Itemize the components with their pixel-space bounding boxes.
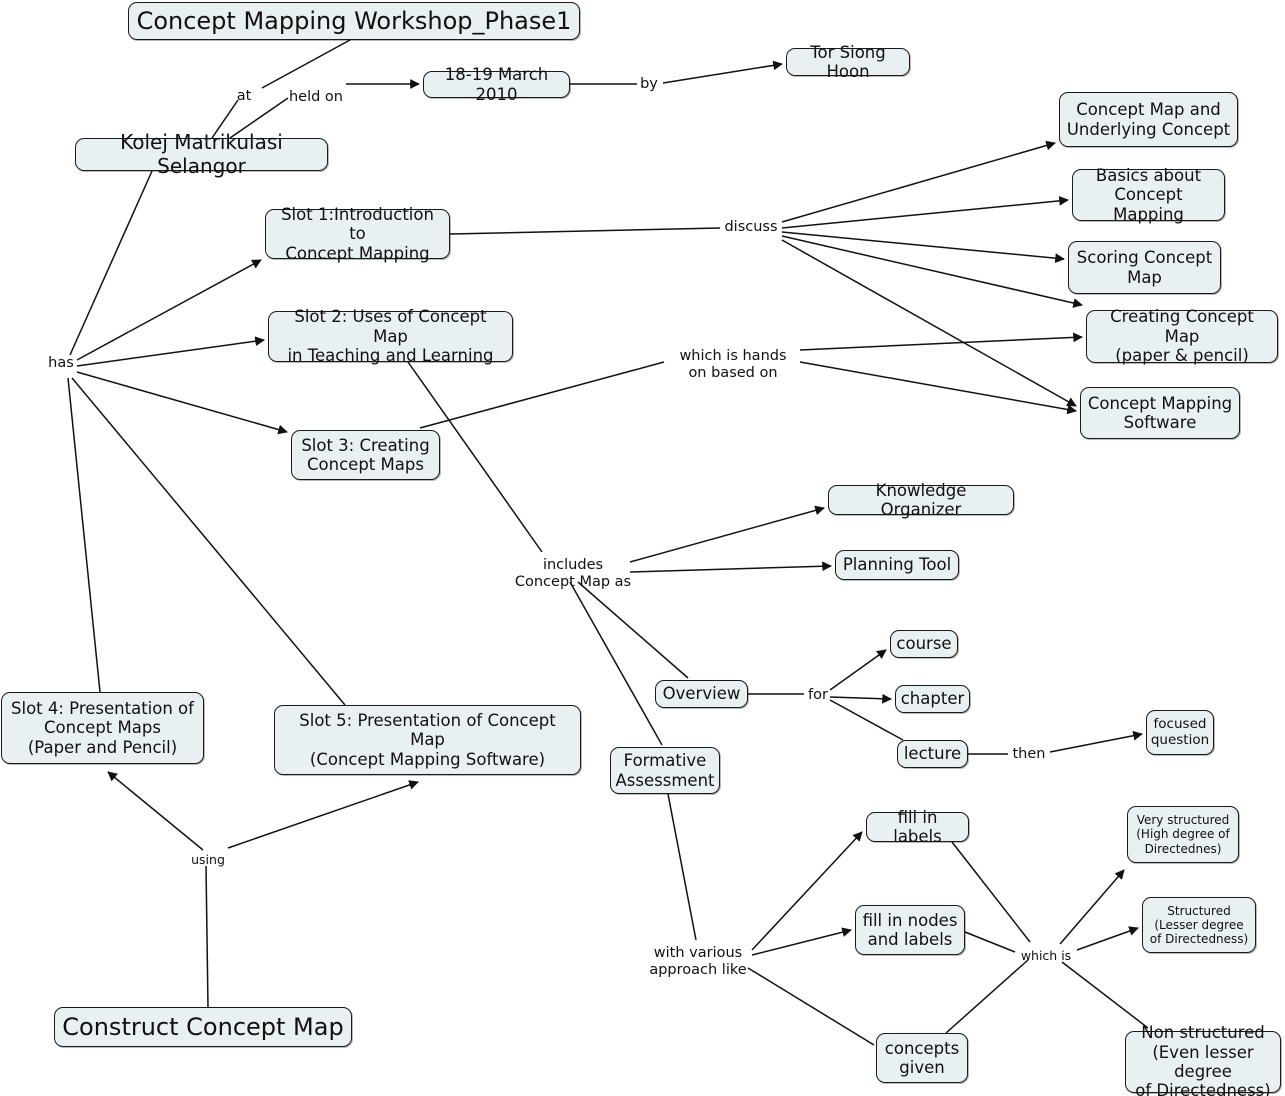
- node-fill_nodes[interactable]: fill in nodes and labels: [855, 905, 965, 955]
- node-focused_q[interactable]: focused question: [1146, 710, 1214, 755]
- edge-discuss-to-creating-pp: [781, 235, 1083, 308]
- edge-then-to-focused-q: [1049, 730, 1143, 753]
- node-concepts_given[interactable]: concepts given: [876, 1033, 968, 1083]
- edge-discuss-to-basics: [781, 196, 1069, 229]
- link-label-held_on: held on: [288, 89, 343, 105]
- link-label-by: by: [640, 76, 658, 92]
- edge-approach-to-fill-nodes: [751, 927, 852, 956]
- link-label-using: using: [191, 852, 225, 867]
- edge-has-to-slot4: [67, 377, 101, 693]
- edge-for-to-chapter: [829, 693, 892, 704]
- edge-includes-to-formative: [569, 581, 663, 746]
- edge-which-is-to-very-struct: [1059, 869, 1125, 945]
- node-cm_software[interactable]: Concept Mapping Software: [1080, 387, 1240, 439]
- node-lecture[interactable]: lecture: [897, 740, 968, 768]
- node-scoring[interactable]: Scoring Concept Map: [1068, 241, 1221, 294]
- node-cm_underlying[interactable]: Concept Map and Underlying Concept: [1059, 92, 1238, 147]
- node-course[interactable]: course: [890, 630, 958, 658]
- link-label-discuss: discuss: [724, 219, 778, 235]
- link-label-approach: with various approach like: [649, 945, 747, 979]
- edge-includes-to-overview: [577, 581, 689, 679]
- node-overview[interactable]: Overview: [655, 680, 748, 708]
- edge-venue-to-has: [69, 170, 153, 356]
- node-knowledge_org[interactable]: Knowledge Organizer: [828, 481, 1014, 519]
- concept-map-canvas: Concept Mapping Workshop_Phase1 18-19 Mar…: [0, 0, 1285, 1096]
- edge-using-to-slot4: [107, 771, 204, 851]
- node-construct[interactable]: Construct Concept Map: [54, 1007, 352, 1047]
- node-date[interactable]: 18-19 March 2010: [423, 65, 570, 104]
- edge-has-to-slot1: [76, 259, 262, 361]
- node-slot5[interactable]: Slot 5: Presentation of Concept Map (Con…: [274, 705, 581, 775]
- node-planning_tool[interactable]: Planning Tool: [835, 550, 959, 580]
- edge-has-to-slot3: [76, 371, 288, 435]
- edge-for-to-lecture: [829, 699, 904, 741]
- node-chapter[interactable]: chapter: [895, 685, 970, 713]
- edge-hands-on-to-creating-pp: [799, 332, 1083, 351]
- edge-approach-to-concepts: [747, 967, 875, 1046]
- edge-which-is-to-structured: [1076, 926, 1139, 951]
- link-label-includes: includes Concept Map as: [514, 557, 632, 591]
- edge-hands-on-to-cm-software: [799, 361, 1077, 415]
- node-slot1[interactable]: Slot 1:Introduction to Concept Mapping: [265, 205, 450, 263]
- node-basics[interactable]: Basics about Concept Mapping: [1072, 166, 1225, 224]
- link-label-which_is: which is: [1020, 948, 1072, 963]
- edge-concepts-to-which-is: [945, 959, 1029, 1034]
- link-label-hands_on: which is hands on based on: [679, 348, 787, 382]
- edge-has-to-slot5: [71, 377, 346, 706]
- edge-includes-to-knowledge: [629, 505, 825, 563]
- node-formative[interactable]: Formative Assessment: [610, 747, 720, 794]
- edge-slot1-to-discuss: [449, 227, 721, 235]
- edge-includes-to-planning: [629, 561, 832, 573]
- edge-group: [67, 39, 1149, 1046]
- edge-workshop-to-at: [261, 39, 351, 89]
- node-very_struct[interactable]: Very structured (High degree of Directed…: [1127, 806, 1239, 863]
- node-slot4[interactable]: Slot 4: Presentation of Concept Maps (Pa…: [1, 692, 204, 764]
- link-label-then: then: [1012, 746, 1046, 762]
- node-presenter[interactable]: Tor Siong Hoon: [786, 43, 910, 81]
- edge-which-is-to-non-struct: [1061, 961, 1149, 1029]
- edge-discuss-to-cm-underlying: [781, 140, 1056, 223]
- node-workshop[interactable]: Concept Mapping Workshop_Phase1: [128, 2, 580, 40]
- node-non_struct[interactable]: Non structured (Even lesser degree of Di…: [1125, 1023, 1281, 1096]
- node-creating_pp[interactable]: Creating Concept Map (paper & pencil): [1086, 307, 1278, 365]
- edge-fill-nodes-to-which-is: [964, 931, 1016, 953]
- edge-discuss-to-scoring: [781, 231, 1065, 264]
- node-venue[interactable]: Kolej Matrikulasi Selangor: [75, 130, 328, 177]
- link-label-has: has: [48, 355, 74, 371]
- edge-formative-to-approach: [667, 793, 697, 941]
- edge-has-to-slot2: [76, 336, 265, 367]
- edge-for-to-course: [829, 649, 887, 691]
- edge-by-to-presenter: [662, 60, 783, 84]
- node-slot2[interactable]: Slot 2: Uses of Concept Map in Teaching …: [268, 307, 513, 365]
- edge-construct-to-using: [205, 865, 209, 1008]
- edge-slot3-to-hands-on: [419, 361, 665, 429]
- node-fill_labels[interactable]: fill in labels: [866, 808, 969, 846]
- node-slot3[interactable]: Slot 3: Creating Concept Maps: [291, 430, 440, 480]
- edge-using-to-slot5: [227, 780, 419, 849]
- edge-approach-to-fill-labels: [751, 831, 863, 951]
- link-label-at: at: [236, 88, 252, 104]
- link-label-for: for: [808, 687, 828, 703]
- edge-discuss-to-cm-software: [781, 239, 1077, 407]
- node-structured[interactable]: Structured (Lesser degree of Directednes…: [1142, 897, 1256, 953]
